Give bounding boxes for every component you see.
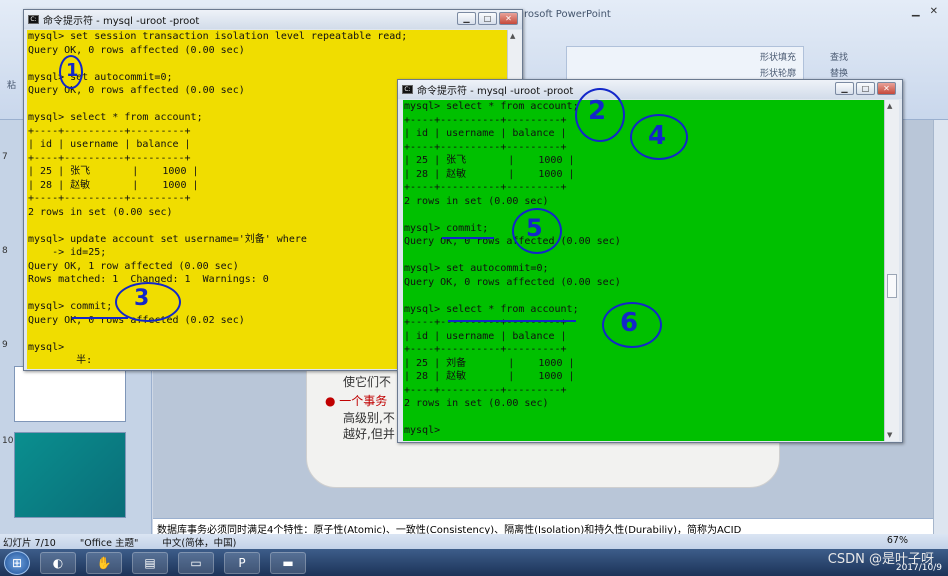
close-button[interactable]: ✕ [877, 82, 896, 95]
console-line: 2 rows in set (0.00 sec) [404, 398, 549, 409]
language: 中文(简体，中国) [162, 537, 237, 549]
slide-text-line: 越好,但并 [343, 427, 395, 441]
annotation-number: 2 [588, 96, 607, 126]
cmd-icon: C: [402, 85, 413, 94]
console-line: Query OK, 0 rows affected (0.00 sec) [404, 276, 621, 288]
taskbar-powerpoint-icon[interactable]: P [224, 551, 260, 574]
thumb-number: 8 [2, 246, 8, 256]
annotation-number: 1 [66, 60, 79, 81]
thumb-number: 10 [2, 436, 14, 446]
scroll-down-icon[interactable]: ▼ [887, 431, 892, 439]
annotation-number: 6 [620, 308, 639, 338]
close-button[interactable]: ✕ [499, 12, 518, 25]
annotation-underline [442, 237, 494, 239]
taskbar-app-icon[interactable]: ✋ [86, 551, 122, 574]
console-line: Query OK, 0 rows affected (0.00 sec) [28, 44, 245, 56]
theme-name: "Office 主题" [79, 537, 139, 549]
console-line: mysql> select * from account; [404, 101, 579, 112]
taskbar-cmd-icon[interactable]: ▬ [270, 551, 306, 574]
slide-text-line: 使它们不 [343, 375, 392, 389]
cmd-titlebar[interactable]: C: 命令提示符 - mysql -uroot -proot ▁ □ ✕ [24, 10, 522, 29]
annotation-underline [72, 317, 128, 319]
shape-outline-label[interactable]: 形状轮廓 [760, 66, 796, 79]
minimize-button[interactable]: ▁ [457, 12, 476, 25]
window-title: 命令提示符 - mysql -uroot -proot [43, 16, 200, 27]
paste-label[interactable]: 粘 [7, 78, 16, 91]
csdn-watermark: CSDN @是叶子呀 [827, 552, 934, 567]
annotation-underline [448, 320, 576, 322]
slide-thumbnail[interactable] [14, 366, 126, 422]
replace-label[interactable]: 替换 [830, 66, 848, 79]
taskbar: ⊞ ◐ ✋ ▤ ▭ P ▬ 2017/10/9 [0, 549, 948, 576]
notes-pane[interactable]: 数据库事务必须同时满足4个特性：原子性(Atomic)、一致性(Consiste… [153, 518, 933, 536]
console-line: +----+----------+---------+ [404, 182, 567, 193]
ppt-vertical-scrollbar[interactable] [933, 120, 948, 534]
close-icon[interactable]: ✕ [930, 6, 938, 17]
cmd-icon: C: [28, 15, 39, 24]
status-bar: 幻灯片 7/10 "Office 主题" 中文(简体，中国) 67% [0, 534, 948, 549]
console-line: mysql> [404, 425, 441, 436]
annotation-number: 5 [526, 214, 543, 242]
taskbar-app-icon[interactable]: ◐ [40, 551, 76, 574]
annotation-number: 3 [134, 286, 150, 311]
find-label[interactable]: 查找 [830, 50, 848, 63]
window-title: 命令提示符 - mysql -uroot -proot [417, 86, 574, 97]
scroll-up-icon[interactable]: ▲ [510, 32, 515, 40]
powerpoint-title: rosoft PowerPoint [524, 9, 611, 20]
console-line: | 25 | 刘备 | 1000 | [404, 357, 575, 369]
console-scrollbar[interactable]: ▲ ▼ [884, 100, 899, 441]
start-button[interactable]: ⊞ [4, 550, 30, 575]
taskbar-app-icon[interactable]: ▤ [132, 551, 168, 574]
minimize-button[interactable]: ▁ [835, 82, 854, 95]
console-line: | 28 | 赵敏 | 1000 | [404, 371, 575, 382]
console-line: mysql> commit; [404, 222, 489, 234]
powerpoint-window-controls[interactable]: ▁ ✕ [912, 6, 938, 17]
shape-fill-label[interactable]: 形状填充 [760, 50, 796, 63]
thumb-number: 9 [2, 340, 8, 350]
maximize-button[interactable]: □ [478, 12, 497, 25]
taskbar-folder-icon[interactable]: ▭ [178, 551, 214, 574]
console-line: | 28 | 赵敏 | 1000 | [404, 168, 575, 180]
console-line: 2 rows in set (0.00 sec) [404, 195, 549, 207]
scroll-up-icon[interactable]: ▲ [887, 102, 892, 110]
slide-bullet: ● 一个事务 [325, 394, 388, 408]
zoom-level[interactable]: 67% [887, 535, 908, 546]
slide-counter: 幻灯片 7/10 [3, 537, 56, 549]
scroll-thumb[interactable] [887, 274, 897, 298]
slide-thumbnail[interactable] [14, 432, 126, 518]
thumb-number: 7 [2, 152, 8, 162]
slide-text-line: 高级别,不 [343, 411, 395, 425]
console-line: +----+----------+---------+ [404, 384, 567, 396]
minimize-icon[interactable]: ▁ [912, 6, 920, 17]
cmd-titlebar[interactable]: C: 命令提示符 - mysql -uroot -proot ▁ □ ✕ [398, 80, 902, 99]
cmd-window-green[interactable]: C: 命令提示符 - mysql -uroot -proot ▁ □ ✕ mys… [397, 79, 903, 443]
annotation-number: 4 [648, 121, 667, 151]
console-line: mysql> set session transaction isolation… [28, 31, 408, 42]
maximize-button[interactable]: □ [856, 82, 875, 95]
console-line: mysql> set autocommit=0; [404, 263, 549, 274]
